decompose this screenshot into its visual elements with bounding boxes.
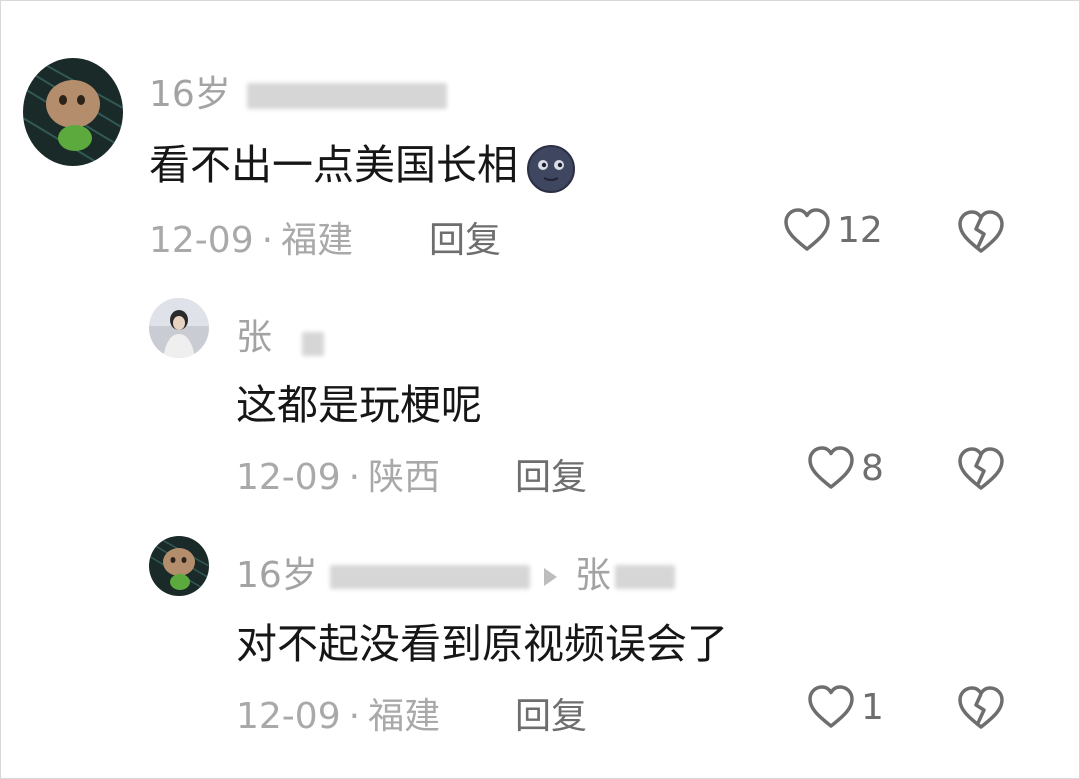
reply-to-username[interactable]: 张	[575, 555, 611, 596]
like-count: 1	[861, 686, 884, 728]
heart-outline-icon	[808, 446, 854, 489]
like-button[interactable]: 1	[807, 684, 884, 730]
meta-separator: ·	[348, 457, 361, 498]
comment-location: 福建	[368, 696, 441, 737]
comment-thread: 16岁 看不出一点美国长相 12-09 · 福建 回复 12 张 这都是玩梗呢 …	[0, 0, 1080, 779]
avatar-image	[149, 536, 209, 596]
comment-text: 这都是玩梗呢	[236, 381, 482, 429]
redacted-username	[329, 565, 530, 589]
comment-text: 看不出一点美国长相	[149, 131, 580, 193]
avatar-image	[149, 298, 209, 358]
comment-location: 陕西	[368, 457, 441, 498]
username[interactable]: 张	[236, 308, 325, 360]
reply-button[interactable]: 回复	[515, 448, 587, 500]
broken-heart-icon	[958, 686, 1004, 729]
username[interactable]: 16岁	[149, 65, 447, 117]
broken-heart-icon	[958, 210, 1004, 253]
comment-meta: 12-09 · 福建	[236, 687, 440, 739]
redacted-username	[614, 565, 675, 589]
meta-separator: ·	[348, 696, 361, 737]
avatar[interactable]	[149, 536, 209, 596]
like-button[interactable]: 8	[807, 445, 884, 491]
reply-button[interactable]: 回复	[515, 687, 587, 739]
like-count: 12	[837, 209, 883, 251]
username[interactable]: 16岁张	[236, 546, 675, 598]
like-button[interactable]: 12	[783, 207, 883, 253]
heart-outline-icon	[808, 685, 854, 728]
dislike-button[interactable]	[957, 446, 1005, 496]
comment-date: 12-09	[236, 457, 341, 498]
avatar[interactable]	[23, 58, 123, 166]
redacted-username	[246, 83, 447, 109]
comment-date: 12-09	[149, 220, 254, 261]
dislike-button[interactable]	[957, 685, 1005, 735]
reply-to-arrow-icon	[543, 568, 557, 586]
comment-location: 福建	[281, 220, 354, 261]
dislike-button[interactable]	[957, 209, 1005, 259]
heart-outline-icon	[784, 208, 830, 251]
avatar[interactable]	[149, 298, 209, 358]
broken-heart-icon	[958, 447, 1004, 490]
comment-date: 12-09	[236, 696, 341, 737]
comment-meta: 12-09 · 陕西	[236, 448, 440, 500]
redacted-username	[302, 332, 325, 356]
meta-separator: ·	[261, 220, 274, 261]
like-count: 8	[861, 447, 884, 489]
new-moon-face-icon	[527, 145, 575, 193]
avatar-image	[23, 58, 123, 166]
reply-button[interactable]: 回复	[429, 211, 501, 263]
comment-text: 对不起没看到原视频误会了	[236, 620, 728, 668]
comment-meta: 12-09 · 福建	[149, 211, 353, 263]
